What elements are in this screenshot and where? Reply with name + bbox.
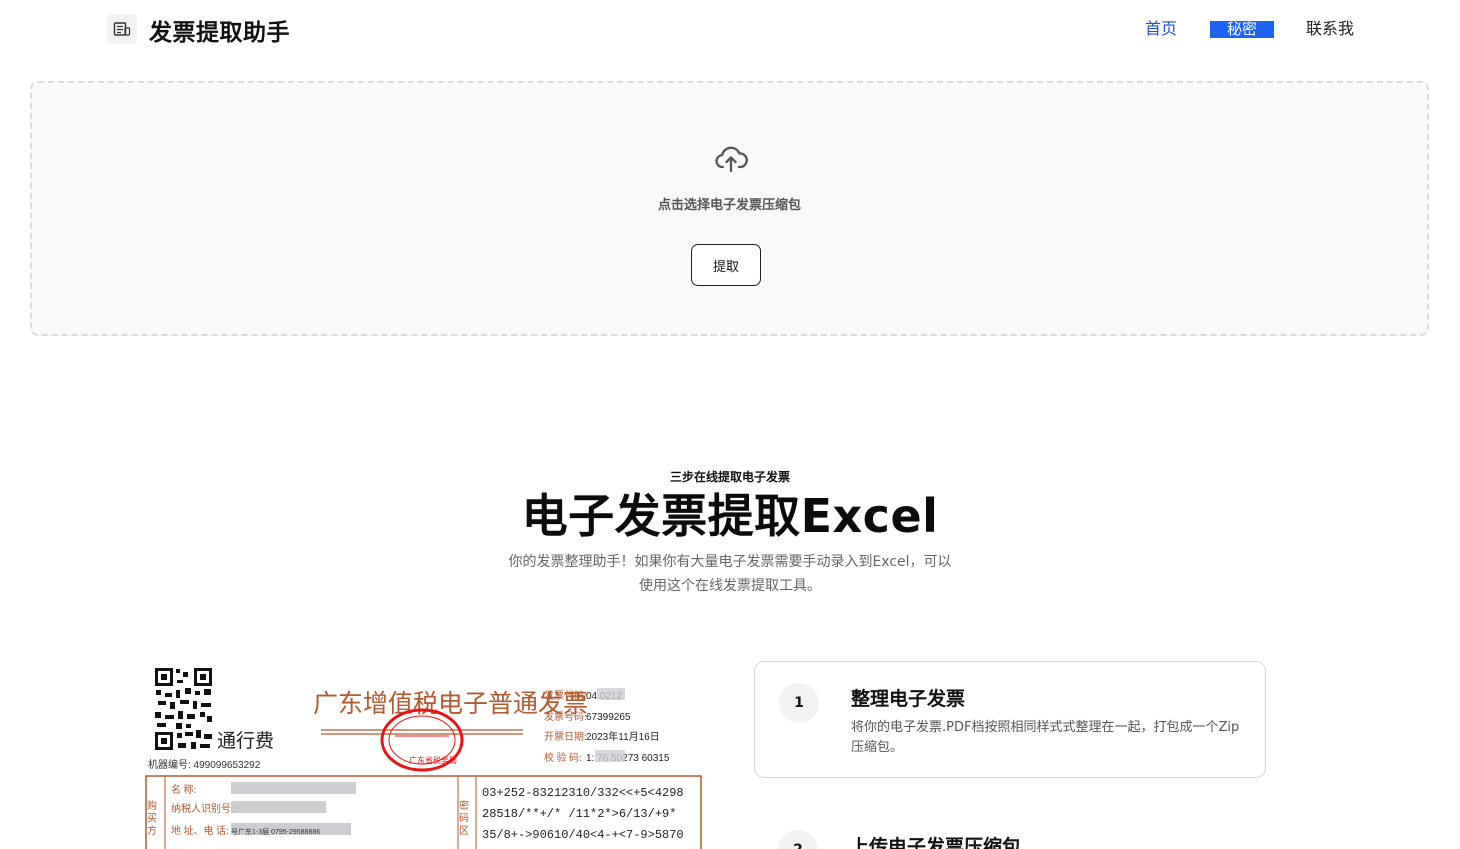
- step-number: 1: [779, 683, 819, 723]
- nav-secret-link[interactable]: 秘密: [1210, 21, 1274, 38]
- step-description: 将你的电子发票.PDF档按照相同样式式整理在一起，打包成一个Zip压缩包。: [851, 720, 1240, 755]
- invoice-date-label: 开票日期:: [544, 731, 587, 743]
- extract-button[interactable]: 提取: [691, 244, 761, 286]
- step-card-1: 1 整理电子发票 将你的电子发票.PDF档按照相同样式式整理在一起，打包成一个Z…: [754, 661, 1266, 778]
- nav-home-link[interactable]: 首页: [1145, 19, 1177, 39]
- step-card-2: 2 上传电子发票压缩包: [754, 820, 1266, 849]
- upload-dropzone[interactable]: 点击选择电子发票压缩包 提取: [30, 81, 1429, 336]
- invoice-date-value: 2023年11月16日: [586, 730, 660, 743]
- cloud-upload-icon: [714, 145, 748, 177]
- hero-desc-line-2: 使用这个在线发票提取工具。: [639, 578, 821, 594]
- name-label: 名 称:: [171, 783, 196, 796]
- buyer-label: 购 买 方: [145, 799, 157, 836]
- invoice-check-label: 校 验 码:: [544, 751, 582, 764]
- cipher-label: 密 码 区: [457, 799, 469, 835]
- header: 发票提取助手 首页 秘密 联系我: [0, 0, 1460, 60]
- hero-desc-line-1: 你的发票整理助手！如果你有大量电子发票需要手动录入到Excel，可以: [508, 554, 952, 570]
- step-title: 整理电子发票: [851, 688, 966, 710]
- cipher-line-1: 03+252-83212310/332<<+5<4298: [482, 786, 684, 800]
- cipher-line-2: 28518/**+/* /11*2*>6/13/+9*: [482, 807, 676, 821]
- invoice-machine-no: 机器编号: 499099653292: [148, 758, 261, 771]
- step-title: 上传电子发票压缩包: [850, 836, 1022, 849]
- upload-hint: 点击选择电子发票压缩包: [657, 198, 801, 213]
- invoice-number-label: 发票号码:: [544, 710, 587, 723]
- hero-title: 电子发票提取Excel: [521, 489, 939, 543]
- cipher-line-3: 35/8+->90610/40<4-+<7-9>5870: [482, 828, 684, 842]
- tax-stamp-icon: 广东省税务局: [380, 708, 464, 772]
- invoice-icon[interactable]: [107, 14, 137, 44]
- qr-code-icon: [155, 668, 213, 752]
- stamp-text: 广东省税务局: [409, 755, 457, 765]
- invoice-fee-label: 通行费: [217, 730, 274, 752]
- step-number: 2: [778, 830, 818, 849]
- invoice-code-label: 发票代码:: [544, 689, 587, 702]
- nav-contact-link[interactable]: 联系我: [1306, 19, 1354, 39]
- taxid-label: 纳税人识别号:: [171, 802, 234, 815]
- brand-title[interactable]: 发票提取助手: [149, 13, 290, 47]
- hero-description: 你的发票整理助手！如果你有大量电子发票需要手动录入到Excel，可以 使用这个在…: [470, 550, 990, 598]
- address-value: 号广东1-3层 0795-29588886: [231, 827, 320, 836]
- address-label: 地 址、电 话:: [171, 824, 229, 837]
- invoice-number-value: 67399265: [586, 712, 631, 723]
- invoice-sample-image: 通行费 机器编号: 499099653292 广东增值税电子普通发票 广东省税务…: [143, 660, 703, 849]
